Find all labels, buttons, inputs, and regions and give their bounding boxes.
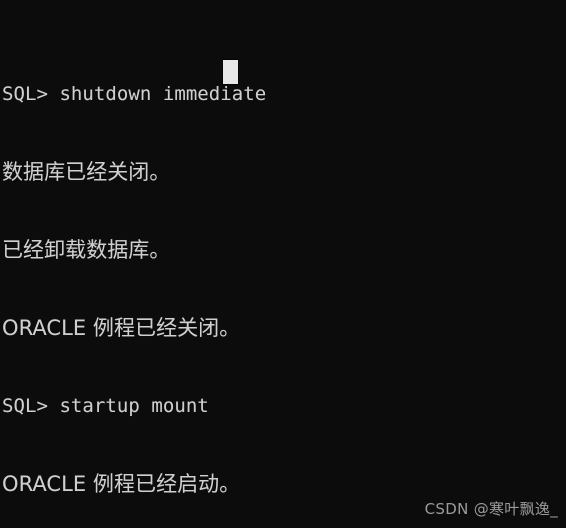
terminal-line-message: 数据库已经关闭。 bbox=[2, 160, 171, 184]
terminal-line-command: SQL> shutdown immediate bbox=[2, 83, 267, 105]
terminal-output: SQL> shutdown immediate 数据库已经关闭。 已经卸载数据库… bbox=[2, 3, 566, 528]
csdn-watermark: CSDN @寒叶飘逸_ bbox=[424, 500, 558, 518]
text-cursor bbox=[223, 60, 238, 84]
terminal-line-message: 已经卸载数据库。 bbox=[2, 238, 171, 262]
terminal-line-command: SQL> startup mount bbox=[2, 395, 209, 417]
terminal-window[interactable]: SQL> shutdown immediate 数据库已经关闭。 已经卸载数据库… bbox=[0, 0, 566, 528]
terminal-line-message: ORACLE 例程已经关闭。 bbox=[2, 316, 241, 340]
terminal-line-message: ORACLE 例程已经启动。 bbox=[2, 472, 241, 496]
